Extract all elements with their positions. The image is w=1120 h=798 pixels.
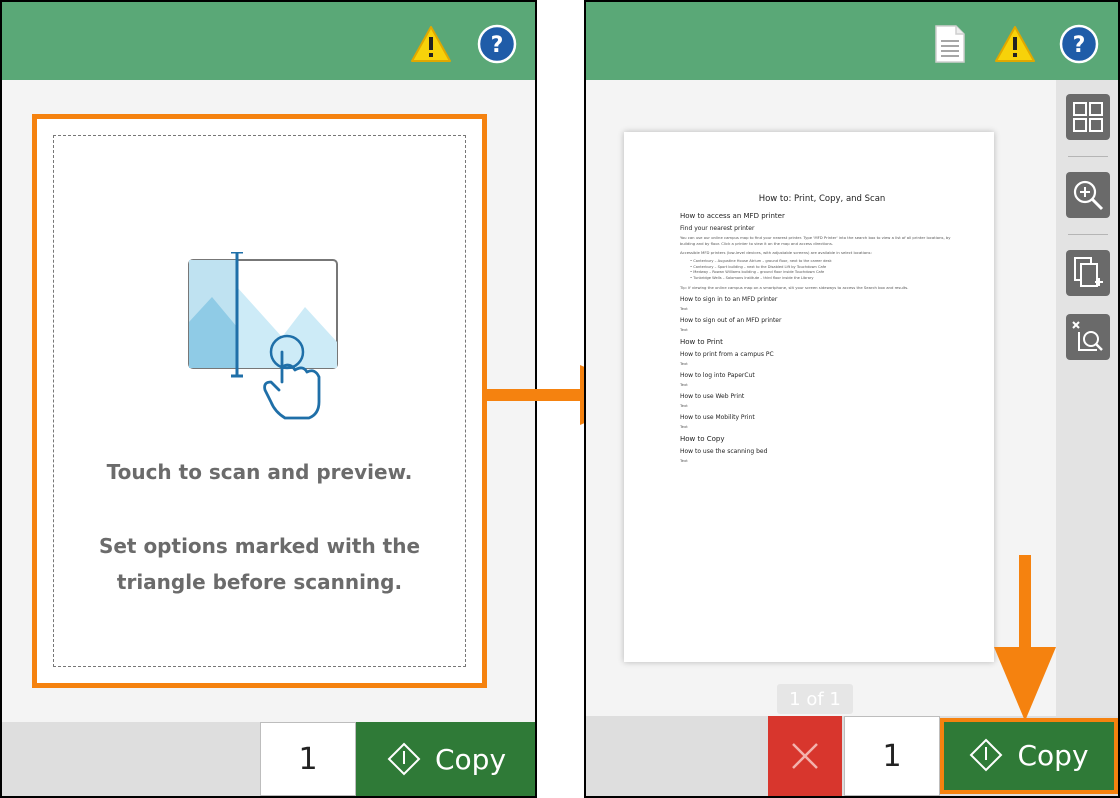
document-paragraph: You can use our online campus map to fin… bbox=[680, 235, 951, 246]
document-paragraph: Text bbox=[680, 382, 688, 387]
header-bar: ? bbox=[586, 2, 1118, 80]
warning-icon[interactable] bbox=[994, 24, 1036, 64]
preview-toolbar bbox=[1056, 80, 1118, 716]
footer-bar: 1 Copy bbox=[2, 722, 535, 796]
scan-touch-illustration-icon bbox=[187, 250, 357, 422]
document-paragraph: Accessible MFD printers (low-level devic… bbox=[680, 250, 872, 255]
document-heading: How to sign in to an MFD printer bbox=[680, 296, 778, 303]
copy-quantity-field[interactable]: 1 bbox=[260, 722, 356, 796]
document-list-item: • Tunbridge Wells – Salomons Institute –… bbox=[690, 275, 814, 280]
toolbar-divider bbox=[1068, 234, 1108, 235]
document-heading: How to sign out of an MFD printer bbox=[680, 317, 782, 324]
options-hint-line-1: Set options marked with the bbox=[98, 534, 421, 558]
document-heading: How to use Mobility Print bbox=[680, 414, 755, 421]
help-icon[interactable]: ? bbox=[1058, 24, 1100, 64]
footer-bar: 1 Copy bbox=[586, 716, 1118, 796]
svg-text:?: ? bbox=[491, 33, 504, 58]
scan-area-highlight: Touch to scan and preview. Set options m… bbox=[32, 114, 487, 688]
add-page-button[interactable] bbox=[1066, 250, 1110, 296]
warning-icon[interactable] bbox=[410, 24, 452, 64]
document-heading: How to Print bbox=[680, 338, 723, 346]
document-heading: How to Copy bbox=[680, 435, 725, 443]
document-title: How to: Print, Copy, and Scan bbox=[758, 194, 886, 204]
document-paragraph: Text bbox=[680, 424, 688, 429]
copy-button[interactable]: Copy bbox=[356, 722, 535, 796]
cancel-button[interactable] bbox=[768, 716, 842, 796]
copy-quantity-field[interactable]: 1 bbox=[844, 716, 940, 796]
toolbar-divider bbox=[1068, 156, 1108, 157]
cancel-x-icon bbox=[792, 743, 818, 769]
copy-button-label: Copy bbox=[434, 742, 507, 776]
remove-page-icon bbox=[1072, 321, 1103, 351]
document-heading: How to use the scanning bed bbox=[680, 448, 768, 455]
grid-view-icon bbox=[1073, 102, 1103, 132]
document-paragraph: Text bbox=[680, 306, 688, 311]
document-icon[interactable] bbox=[932, 24, 968, 64]
document-paragraph: Text bbox=[680, 327, 688, 332]
grid-view-button[interactable] bbox=[1066, 94, 1110, 140]
add-page-icon bbox=[1074, 257, 1103, 287]
document-heading: Find your nearest printer bbox=[680, 225, 755, 232]
arrow-down-icon bbox=[994, 555, 1056, 721]
scan-preview-area[interactable]: Touch to scan and preview. Set options m… bbox=[53, 135, 466, 667]
page-indicator: 1 of 1 bbox=[777, 684, 853, 714]
help-icon[interactable]: ? bbox=[476, 24, 518, 64]
scan-preview-page[interactable]: How to: Print, Copy, and Scan How to acc… bbox=[624, 132, 994, 662]
document-heading: How to log into PaperCut bbox=[680, 372, 755, 379]
svg-text:?: ? bbox=[1073, 33, 1086, 58]
header-bar: ? bbox=[2, 2, 535, 80]
document-paragraph: Text bbox=[680, 458, 688, 463]
document-heading: How to use Web Print bbox=[680, 393, 745, 400]
document-heading: How to access an MFD printer bbox=[680, 212, 785, 220]
copy-button-highlight bbox=[940, 718, 1118, 794]
scan-start-screen: ? Touch to scan and preview. Set options bbox=[0, 0, 537, 798]
remove-page-button[interactable] bbox=[1066, 314, 1110, 360]
start-diamond-icon bbox=[387, 742, 421, 776]
zoom-in-icon bbox=[1073, 180, 1104, 211]
scan-hint-text: Touch to scan and preview. bbox=[106, 460, 413, 484]
document-paragraph: Tip: If viewing the online campus map on… bbox=[680, 285, 909, 290]
options-hint-line-2: triangle before scanning. bbox=[116, 570, 403, 594]
document-paragraph: Text bbox=[680, 361, 688, 366]
document-paragraph: Text bbox=[680, 403, 688, 408]
document-heading: How to print from a campus PC bbox=[680, 351, 774, 358]
zoom-in-button[interactable] bbox=[1066, 172, 1110, 218]
